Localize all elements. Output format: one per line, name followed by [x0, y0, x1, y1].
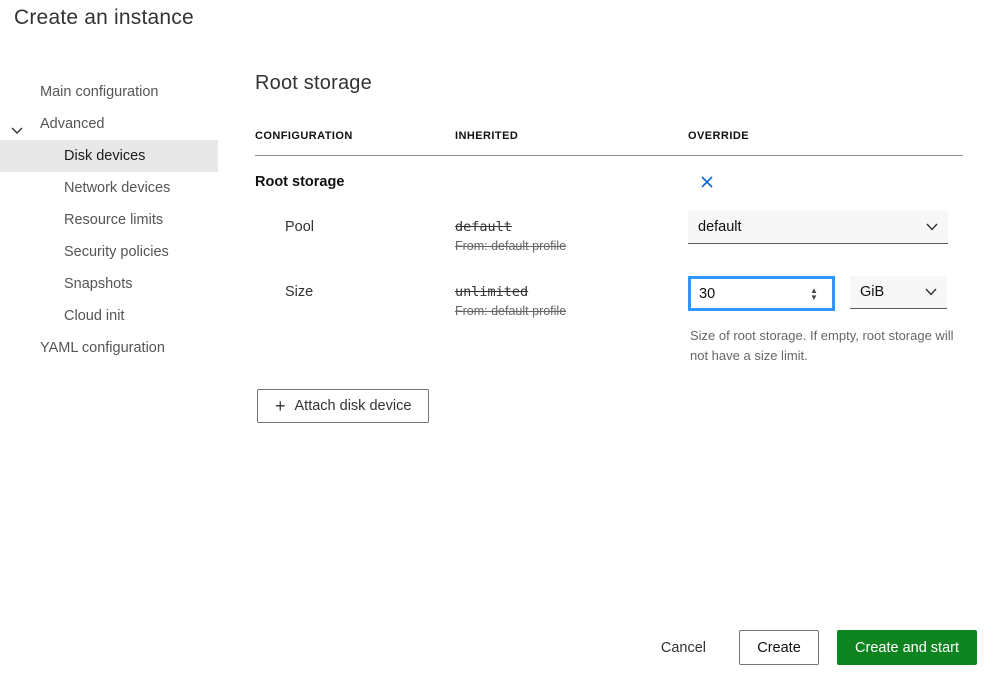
size-inherited-cell: unlimited From: default profile	[455, 276, 688, 318]
sidebar-item-security-policies[interactable]: Security policies	[0, 236, 218, 268]
plus-icon: +	[275, 396, 286, 417]
stepper-down-icon[interactable]: ▼	[810, 294, 818, 301]
section-heading: Root storage	[255, 72, 372, 95]
sidebar-item-label: Network devices	[64, 180, 170, 196]
column-header-inherited: INHERITED	[455, 130, 688, 142]
pool-inherited-value: default	[455, 211, 688, 235]
sidebar-item-label: Advanced	[40, 116, 105, 132]
pool-select[interactable]: default	[688, 211, 948, 244]
clear-override-icon[interactable]	[699, 174, 715, 190]
sidebar-item-yaml-configuration[interactable]: YAML configuration	[0, 332, 218, 364]
size-help-text: Size of root storage. If empty, root sto…	[690, 326, 962, 366]
root-storage-row-label: Root storage	[255, 174, 455, 190]
attach-disk-device-label: Attach disk device	[295, 398, 412, 414]
size-inherited-value: unlimited	[455, 276, 688, 300]
sidebar-item-label: Snapshots	[64, 276, 133, 292]
size-input-focused: ▲ ▼	[688, 276, 835, 311]
root-storage-override-cell	[688, 174, 963, 195]
root-storage-row: Root storage	[255, 174, 963, 195]
create-button[interactable]: Create	[739, 630, 819, 665]
size-unit-value: GiB	[860, 284, 884, 300]
sidebar-item-label: YAML configuration	[40, 340, 165, 356]
number-stepper[interactable]: ▲ ▼	[799, 287, 829, 301]
pool-inherited-cell: default From: default profile	[455, 211, 688, 253]
chevron-down-icon	[925, 284, 937, 300]
form-navigation-sidebar: Main configuration Advanced Disk devices…	[0, 76, 218, 364]
sidebar-item-label: Resource limits	[64, 212, 163, 228]
pool-row: Pool default From: default profile defau…	[255, 211, 963, 253]
config-table-header: CONFIGURATION INHERITED OVERRIDE	[255, 130, 963, 156]
create-instance-page: Create an instance Main configuration Ad…	[0, 0, 991, 681]
attach-disk-device-button[interactable]: + Attach disk device	[257, 389, 429, 423]
chevron-down-icon	[10, 117, 24, 131]
create-and-start-button[interactable]: Create and start	[837, 630, 977, 665]
sidebar-item-cloud-init[interactable]: Cloud init	[0, 300, 218, 332]
size-unit-select[interactable]: GiB	[850, 276, 947, 309]
sidebar-item-snapshots[interactable]: Snapshots	[0, 268, 218, 300]
column-header-configuration: CONFIGURATION	[255, 130, 455, 142]
page-title: Create an instance	[14, 6, 194, 30]
pool-row-label: Pool	[255, 211, 455, 235]
pool-override-cell: default	[688, 211, 963, 244]
sidebar-item-label: Security policies	[64, 244, 169, 260]
size-override-cell: ▲ ▼ GiB	[688, 276, 963, 311]
pool-select-value: default	[698, 219, 742, 235]
sidebar-item-label: Main configuration	[40, 84, 159, 100]
sidebar-item-resource-limits[interactable]: Resource limits	[0, 204, 218, 236]
sidebar-item-main-configuration[interactable]: Main configuration	[0, 76, 218, 108]
column-header-override: OVERRIDE	[688, 130, 963, 142]
cancel-button[interactable]: Cancel	[651, 632, 716, 664]
sidebar-item-advanced[interactable]: Advanced	[0, 108, 218, 140]
size-input[interactable]	[691, 279, 799, 308]
sidebar-item-label: Disk devices	[64, 148, 145, 164]
sidebar-item-disk-devices[interactable]: Disk devices	[0, 140, 218, 172]
chevron-down-icon	[926, 219, 938, 235]
sidebar-item-label: Cloud init	[64, 308, 124, 324]
size-inherited-source: From: default profile	[455, 304, 688, 318]
form-footer: Cancel Create Create and start	[651, 630, 977, 665]
pool-inherited-source: From: default profile	[455, 239, 688, 253]
size-row: Size unlimited From: default profile ▲ ▼…	[255, 276, 963, 318]
size-row-label: Size	[255, 276, 455, 300]
sidebar-item-network-devices[interactable]: Network devices	[0, 172, 218, 204]
